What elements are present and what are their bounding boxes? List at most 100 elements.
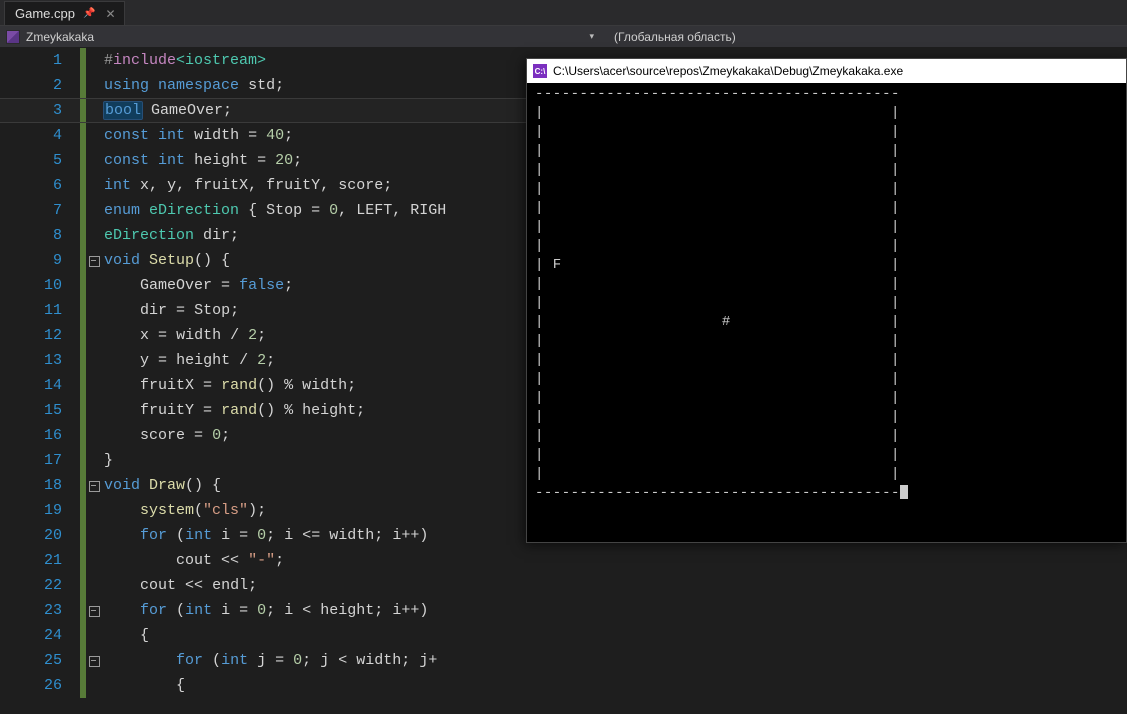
code-text[interactable]: fruitY = rand() % height; xyxy=(104,398,365,423)
change-marker xyxy=(80,323,86,348)
code-text[interactable]: GameOver = false; xyxy=(104,273,293,298)
chevron-down-icon: ▾ xyxy=(589,31,594,42)
console-app-icon: C:\ xyxy=(533,64,547,78)
code-text[interactable]: const int width = 40; xyxy=(104,123,293,148)
code-text[interactable]: for (int j = 0; j < width; j+ xyxy=(104,648,437,673)
text-cursor xyxy=(900,485,908,499)
change-marker xyxy=(80,623,86,648)
console-output: ----------------------------------------… xyxy=(527,83,1126,505)
project-icon xyxy=(6,30,20,44)
code-line[interactable]: 24 { xyxy=(0,623,1127,648)
code-text[interactable]: using namespace std; xyxy=(104,73,284,98)
project-scope-dropdown[interactable]: Zmeykakaka ▾ xyxy=(6,30,606,44)
pin-icon[interactable]: 📌 xyxy=(83,8,95,19)
line-number: 3 xyxy=(0,98,80,123)
line-number: 15 xyxy=(0,398,80,423)
change-marker xyxy=(80,373,86,398)
line-number: 21 xyxy=(0,548,80,573)
code-text[interactable]: } xyxy=(104,448,113,473)
change-marker xyxy=(80,423,86,448)
change-marker xyxy=(80,198,86,223)
change-marker xyxy=(80,548,86,573)
change-marker xyxy=(80,173,86,198)
change-marker xyxy=(80,73,86,98)
code-text[interactable]: bool GameOver; xyxy=(104,98,232,123)
code-text[interactable]: void Setup() { xyxy=(104,248,230,273)
line-number: 24 xyxy=(0,623,80,648)
line-number: 13 xyxy=(0,348,80,373)
code-text[interactable]: #include<iostream> xyxy=(104,48,266,73)
code-text[interactable]: cout << endl; xyxy=(104,573,257,598)
code-text[interactable]: dir = Stop; xyxy=(104,298,239,323)
line-number: 2 xyxy=(0,73,80,98)
console-window[interactable]: C:\ C:\Users\acer\source\repos\Zmeykakak… xyxy=(526,58,1127,543)
line-number: 19 xyxy=(0,498,80,523)
line-number: 14 xyxy=(0,373,80,398)
change-marker xyxy=(80,448,86,473)
line-number: 26 xyxy=(0,673,80,698)
code-line[interactable]: 21 cout << "-"; xyxy=(0,548,1127,573)
change-marker xyxy=(80,273,86,298)
code-text[interactable]: system("cls"); xyxy=(104,498,266,523)
code-text[interactable]: cout << "-"; xyxy=(104,548,284,573)
change-marker xyxy=(80,648,86,673)
change-marker xyxy=(80,223,86,248)
line-number: 1 xyxy=(0,48,80,73)
line-number: 17 xyxy=(0,448,80,473)
file-tab[interactable]: Game.cpp 📌 ✕ xyxy=(4,1,125,25)
line-number: 20 xyxy=(0,523,80,548)
code-text[interactable]: fruitX = rand() % width; xyxy=(104,373,356,398)
line-number: 16 xyxy=(0,423,80,448)
tab-filename: Game.cpp xyxy=(15,6,75,21)
code-text[interactable]: eDirection dir; xyxy=(104,223,239,248)
line-number: 22 xyxy=(0,573,80,598)
change-marker xyxy=(80,298,86,323)
console-title-path: C:\Users\acer\source\repos\Zmeykakaka\De… xyxy=(553,64,903,78)
code-text[interactable]: { xyxy=(104,623,149,648)
code-line[interactable]: 25 for (int j = 0; j < width; j+ xyxy=(0,648,1127,673)
code-text[interactable]: for (int i = 0; i < height; i++) xyxy=(104,598,428,623)
change-marker xyxy=(80,348,86,373)
change-marker xyxy=(80,398,86,423)
change-marker xyxy=(80,523,86,548)
line-number: 6 xyxy=(0,173,80,198)
global-scope-label: (Глобальная область) xyxy=(614,30,736,44)
code-line[interactable]: 26 { xyxy=(0,673,1127,698)
code-text[interactable]: x = width / 2; xyxy=(104,323,266,348)
change-marker xyxy=(80,98,86,123)
line-number: 10 xyxy=(0,273,80,298)
code-text[interactable]: { xyxy=(104,673,185,698)
code-text[interactable]: score = 0; xyxy=(104,423,230,448)
project-name: Zmeykakaka xyxy=(26,30,94,44)
line-number: 18 xyxy=(0,473,80,498)
line-number: 8 xyxy=(0,223,80,248)
line-number: 25 xyxy=(0,648,80,673)
global-scope-dropdown[interactable]: (Глобальная область) xyxy=(606,30,736,44)
change-marker xyxy=(80,673,86,698)
change-marker xyxy=(80,248,86,273)
code-line[interactable]: 23 for (int i = 0; i < height; i++) xyxy=(0,598,1127,623)
code-text[interactable]: y = height / 2; xyxy=(104,348,275,373)
change-marker xyxy=(80,473,86,498)
line-number: 23 xyxy=(0,598,80,623)
console-titlebar[interactable]: C:\ C:\Users\acer\source\repos\Zmeykakak… xyxy=(527,59,1126,83)
line-number: 9 xyxy=(0,248,80,273)
code-text[interactable]: for (int i = 0; i <= width; i++) xyxy=(104,523,428,548)
line-number: 11 xyxy=(0,298,80,323)
change-marker xyxy=(80,123,86,148)
code-text[interactable]: enum eDirection { Stop = 0, LEFT, RIGH xyxy=(104,198,446,223)
line-number: 5 xyxy=(0,148,80,173)
change-marker xyxy=(80,148,86,173)
tab-bar: Game.cpp 📌 ✕ xyxy=(0,0,1127,26)
line-number: 12 xyxy=(0,323,80,348)
line-number: 7 xyxy=(0,198,80,223)
code-text[interactable]: const int height = 20; xyxy=(104,148,302,173)
change-marker xyxy=(80,48,86,73)
code-text[interactable]: int x, y, fruitX, fruitY, score; xyxy=(104,173,392,198)
change-marker xyxy=(80,573,86,598)
close-icon[interactable]: ✕ xyxy=(105,7,115,21)
code-text[interactable]: void Draw() { xyxy=(104,473,221,498)
change-marker xyxy=(80,598,86,623)
change-marker xyxy=(80,498,86,523)
code-line[interactable]: 22 cout << endl; xyxy=(0,573,1127,598)
